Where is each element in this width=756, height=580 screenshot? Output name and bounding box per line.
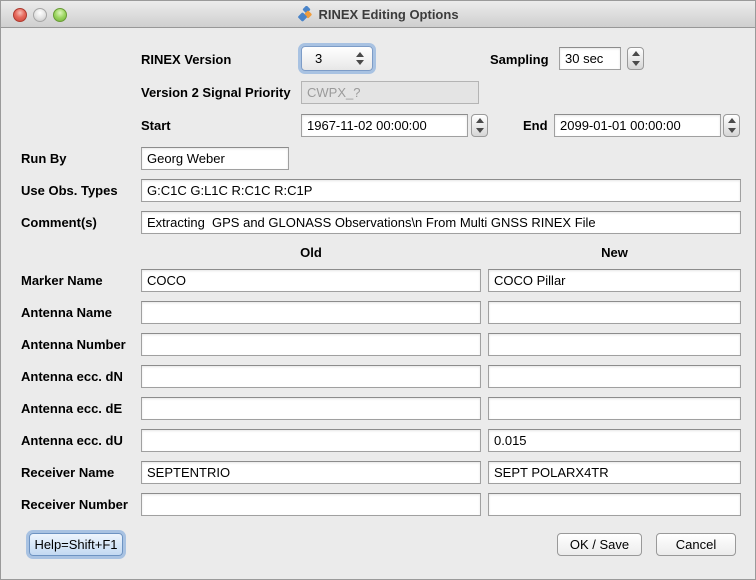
bnc-app-icon (297, 6, 313, 22)
spin-up-icon[interactable] (476, 118, 484, 123)
spin-down-icon[interactable] (476, 128, 484, 133)
stepper-up[interactable] (724, 115, 739, 126)
ok-save-button[interactable]: OK / Save (557, 533, 642, 556)
field-label-marker-name: Marker Name (21, 273, 103, 288)
stepper-down[interactable] (472, 126, 487, 137)
comments-input[interactable] (141, 211, 741, 234)
stepper-up[interactable] (628, 48, 643, 59)
zoom-button[interactable] (53, 8, 67, 22)
marker-name-old-input[interactable] (141, 269, 481, 292)
end-stepper[interactable] (723, 114, 740, 137)
stepper-down[interactable] (724, 126, 739, 137)
marker-name-new-input[interactable] (488, 269, 741, 292)
run-by-input[interactable] (141, 147, 289, 170)
antenna-ecc-de-new-input[interactable] (488, 397, 741, 420)
field-label-antenna-ecc-du: Antenna ecc. dU (21, 433, 123, 448)
window-title: RINEX Editing Options (318, 7, 458, 22)
antenna-number-new-input[interactable] (488, 333, 741, 356)
rinex-version-spinbox[interactable]: 3 (301, 46, 373, 71)
end-label: End (523, 118, 548, 133)
stepper-up[interactable] (472, 115, 487, 126)
sampling-label: Sampling (490, 52, 549, 67)
sampling-stepper[interactable] (627, 47, 644, 70)
cancel-button[interactable]: Cancel (656, 533, 736, 556)
start-stepper[interactable] (471, 114, 488, 137)
run-by-label: Run By (21, 151, 67, 166)
antenna-ecc-dn-new-input[interactable] (488, 365, 741, 388)
antenna-name-old-input[interactable] (141, 301, 481, 324)
help-button[interactable]: Help=Shift+F1 (29, 533, 123, 556)
receiver-name-new-input[interactable] (488, 461, 741, 484)
obs-types-label: Use Obs. Types (21, 183, 118, 198)
antenna-ecc-du-old-input[interactable] (141, 429, 481, 452)
antenna-name-new-input[interactable] (488, 301, 741, 324)
field-label-antenna-name: Antenna Name (21, 305, 112, 320)
rinex-version-label: RINEX Version (141, 52, 231, 67)
new-column-header: New (488, 245, 741, 260)
rinex-editing-options-dialog: RINEX Editing Options RINEX Version 3 Sa… (0, 0, 756, 580)
field-label-receiver-name: Receiver Name (21, 465, 114, 480)
minimize-button[interactable] (33, 8, 47, 22)
antenna-ecc-de-old-input[interactable] (141, 397, 481, 420)
start-label: Start (141, 118, 171, 133)
spin-down-icon[interactable] (632, 61, 640, 66)
comments-label: Comment(s) (21, 215, 97, 230)
spin-up-icon[interactable] (728, 118, 736, 123)
stepper-down[interactable] (628, 59, 643, 70)
old-column-header: Old (141, 245, 481, 260)
field-label-receiver-number: Receiver Number (21, 497, 128, 512)
titlebar[interactable]: RINEX Editing Options (1, 1, 755, 28)
receiver-number-new-input[interactable] (488, 493, 741, 516)
spin-up-icon[interactable] (356, 52, 364, 57)
field-label-antenna-number: Antenna Number (21, 337, 126, 352)
antenna-ecc-dn-old-input[interactable] (141, 365, 481, 388)
receiver-number-old-input[interactable] (141, 493, 481, 516)
receiver-name-old-input[interactable] (141, 461, 481, 484)
obs-types-input[interactable] (141, 179, 741, 202)
signal-priority-input (301, 81, 479, 104)
field-label-antenna-ecc-de: Antenna ecc. dE (21, 401, 122, 416)
sampling-input[interactable] (559, 47, 621, 70)
start-datetime-input[interactable] (301, 114, 468, 137)
antenna-number-old-input[interactable] (141, 333, 481, 356)
signal-priority-label: Version 2 Signal Priority (141, 85, 291, 100)
rinex-version-value: 3 (302, 51, 352, 66)
spin-down-icon[interactable] (728, 128, 736, 133)
spin-down-icon[interactable] (356, 60, 364, 65)
field-label-antenna-ecc-dn: Antenna ecc. dN (21, 369, 123, 384)
antenna-ecc-du-new-input[interactable] (488, 429, 741, 452)
end-datetime-input[interactable] (554, 114, 721, 137)
spin-up-icon[interactable] (632, 51, 640, 56)
close-button[interactable] (13, 8, 27, 22)
